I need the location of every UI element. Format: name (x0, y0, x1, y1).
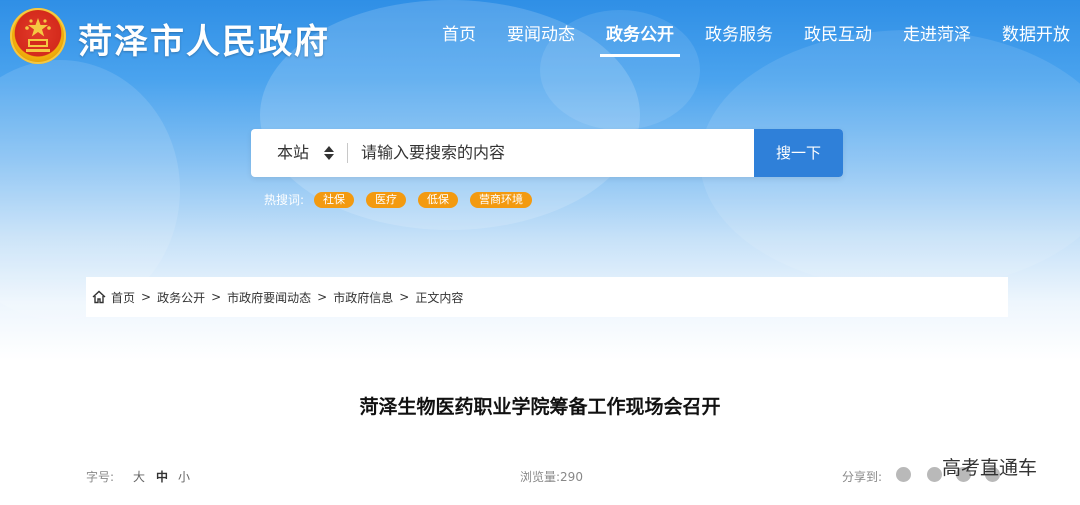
breadcrumb-gov-affairs-open[interactable]: 政务公开 (157, 289, 205, 306)
view-count: 浏览量:290 (520, 468, 583, 485)
view-count-value: 290 (560, 470, 583, 484)
breadcrumb-gov-info[interactable]: 市政府信息 (333, 289, 393, 306)
font-size-small[interactable]: 小 (178, 468, 190, 485)
breadcrumb-separator: > (211, 290, 222, 304)
breadcrumb-current: 正文内容 (415, 290, 464, 305)
watermark-text: 高考直通车 (942, 458, 1038, 479)
breadcrumb: 首页 > 政务公开 > 市政府要闻动态 > 市政府信息 > 正文内容 (86, 277, 1008, 317)
search-divider (347, 143, 348, 163)
nav-news[interactable]: 要闻动态 (507, 18, 575, 53)
nav-interaction[interactable]: 政民互动 (804, 18, 872, 53)
hot-tag[interactable]: 营商环境 (470, 191, 533, 208)
nav-open-data[interactable]: 数据开放 (1002, 18, 1070, 53)
search-button[interactable]: 搜一下 (754, 129, 843, 177)
home-icon[interactable] (91, 289, 107, 305)
search-input[interactable] (359, 129, 753, 179)
hot-tag[interactable]: 社保 (314, 191, 355, 208)
font-size-medium[interactable]: 中 (156, 468, 168, 485)
wechat-icon[interactable] (896, 467, 911, 482)
site-title[interactable]: 菏泽市人民政府 (78, 14, 330, 63)
hot-search-label: 热搜词: (264, 193, 305, 207)
hot-tag[interactable]: 医疗 (366, 191, 407, 208)
main-nav: 首页 要闻动态 政务公开 政务服务 政民互动 走进菏泽 数据开放 (411, 18, 1070, 57)
site-header: 菏泽市人民政府 首页 要闻动态 政务公开 政务服务 政民互动 走进菏泽 数据开放 (0, 0, 1080, 70)
view-count-label: 浏览量: (520, 470, 561, 484)
breadcrumb-separator: > (317, 290, 328, 304)
article-title: 菏泽生物医药职业学院筹备工作现场会召开 (359, 396, 721, 418)
hot-search: 热搜词: 社保 医疗 低保 营商环境 (264, 191, 544, 208)
font-size-label: 字号: (86, 470, 115, 484)
nav-gov-services[interactable]: 政务服务 (705, 18, 773, 53)
national-emblem-logo[interactable] (10, 8, 66, 64)
nav-gov-affairs-open[interactable]: 政务公开 (600, 18, 680, 57)
article-meta: 字号: 大 中 小 浏览量:290 分享到: (86, 467, 1008, 486)
search-bar: 本站 搜一下 (251, 129, 843, 179)
hot-tag[interactable]: 低保 (418, 191, 459, 208)
breadcrumb-home[interactable]: 首页 (111, 289, 135, 306)
sort-caret-icon[interactable] (323, 142, 335, 164)
breadcrumb-news[interactable]: 市政府要闻动态 (227, 289, 311, 306)
nav-about-heze[interactable]: 走进菏泽 (903, 18, 971, 53)
search-scope-select[interactable]: 本站 (277, 129, 309, 177)
font-size-large[interactable]: 大 (133, 468, 145, 485)
weibo-icon[interactable] (927, 467, 942, 482)
breadcrumb-separator: > (399, 290, 410, 304)
breadcrumb-separator: > (141, 290, 152, 304)
share-label: 分享到: (842, 470, 883, 484)
nav-home[interactable]: 首页 (442, 18, 476, 53)
